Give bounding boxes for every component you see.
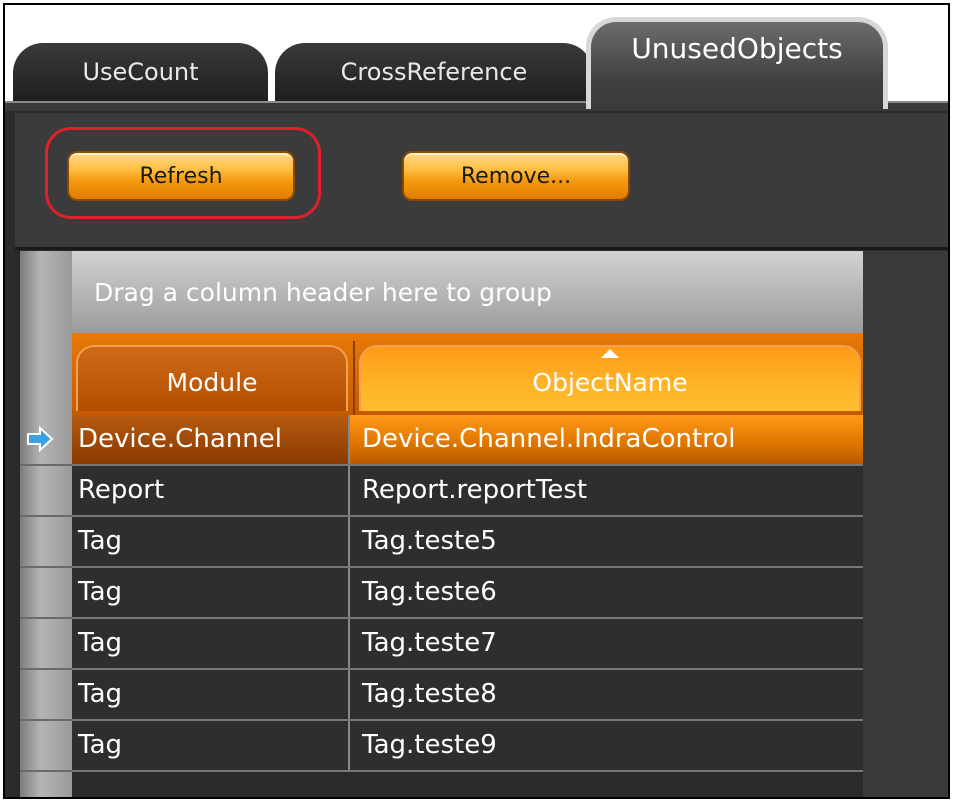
current-row-arrow-icon	[27, 425, 54, 453]
table-row[interactable]: Tag Tag.teste6	[20, 568, 863, 619]
table-row[interactable]: Report Report.reportTest	[20, 466, 863, 517]
cell-module[interactable]: Tag	[72, 670, 350, 719]
tab-usecount[interactable]: UseCount	[13, 43, 268, 107]
cell-objectname[interactable]: Tag.teste6	[354, 568, 863, 617]
cell-module[interactable]: Tag	[72, 517, 350, 566]
row-header-divider	[20, 515, 72, 517]
tab-strip: UseCount CrossReference UnusedObjects	[5, 5, 948, 111]
cell-objectname[interactable]: Report.reportTest	[354, 466, 863, 515]
row-header-divider	[20, 770, 72, 772]
row-header-divider	[20, 566, 72, 568]
cell-objectname[interactable]: Device.Channel.IndraControl	[354, 415, 863, 464]
column-header-row: Module ObjectName	[72, 333, 863, 415]
cell-module[interactable]: Tag	[72, 568, 350, 617]
grid-empty-area	[863, 251, 948, 797]
tab-crossreference[interactable]: CrossReference	[275, 43, 593, 107]
remove-button[interactable]: Remove...	[402, 151, 630, 201]
tab-unusedobjects[interactable]: UnusedObjects	[586, 17, 888, 109]
cell-objectname[interactable]: Tag.teste5	[354, 517, 863, 566]
table-row[interactable]: Tag Tag.teste7	[20, 619, 863, 670]
objects-grid: Drag a column header here to group Modul…	[15, 251, 948, 797]
column-header-objectname[interactable]: ObjectName	[359, 345, 861, 411]
column-separator[interactable]	[353, 341, 355, 415]
cell-module[interactable]: Report	[72, 466, 350, 515]
cell-objectname[interactable]: Tag.teste7	[354, 619, 863, 668]
toolbar: Refresh Remove...	[15, 113, 948, 250]
group-by-hint: Drag a column header here to group	[94, 277, 552, 307]
row-header-divider	[20, 617, 72, 619]
cell-module[interactable]: Device.Channel	[72, 415, 350, 464]
refresh-button[interactable]: Refresh	[67, 151, 295, 201]
cell-objectname[interactable]: Tag.teste8	[354, 670, 863, 719]
column-header-module[interactable]: Module	[76, 345, 348, 411]
table-row[interactable]: Tag Tag.teste5	[20, 517, 863, 568]
row-header-divider	[20, 668, 72, 670]
cell-module[interactable]: Tag	[72, 721, 350, 770]
table-row[interactable]: Tag Tag.teste9	[20, 721, 863, 772]
column-header-label: ObjectName	[532, 367, 688, 397]
row-header-column	[20, 251, 72, 797]
cell-module[interactable]: Tag	[72, 619, 350, 668]
row-header-divider	[20, 719, 72, 721]
row-header-divider	[20, 464, 72, 466]
table-row[interactable]: Device.Channel Device.Channel.IndraContr…	[20, 415, 863, 466]
cell-objectname[interactable]: Tag.teste9	[354, 721, 863, 770]
table-row[interactable]: Tag Tag.teste8	[20, 670, 863, 721]
sort-ascending-icon	[601, 349, 619, 358]
column-header-label: Module	[166, 367, 258, 397]
unused-objects-window: UseCount CrossReference UnusedObjects Re…	[3, 3, 950, 799]
grid-rows: Device.Channel Device.Channel.IndraContr…	[20, 415, 863, 772]
group-by-panel[interactable]: Drag a column header here to group	[72, 251, 863, 333]
